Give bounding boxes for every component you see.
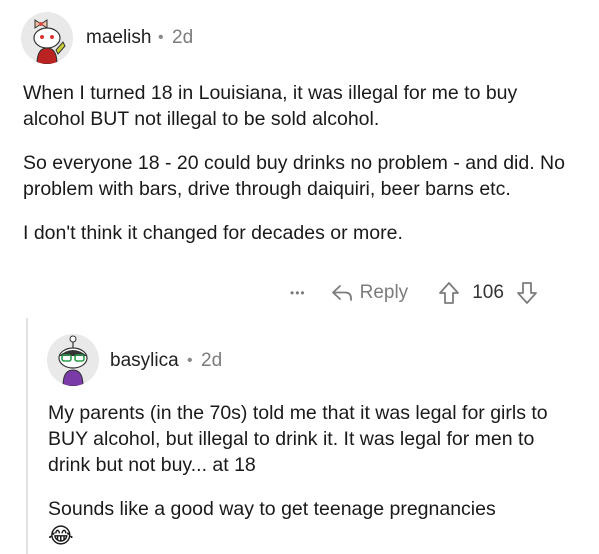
comment-2: basylica • 2d My parents (in the 70s) to… bbox=[0, 318, 599, 554]
comment-1: maelish • 2d When I turned 18 in Louisia… bbox=[0, 0, 599, 310]
reply-arrow-icon[interactable] bbox=[330, 283, 354, 303]
downvote-arrow-icon[interactable] bbox=[516, 281, 538, 305]
comment-body: My parents (in the 70s) told me that it … bbox=[48, 400, 578, 550]
comment-age: 2d bbox=[172, 27, 194, 48]
comment-age: 2d bbox=[201, 350, 223, 371]
comment-body: When I turned 18 in Louisiana, it was il… bbox=[23, 80, 583, 246]
laughing-emoji: 😂 bbox=[48, 524, 74, 549]
username[interactable]: maelish bbox=[86, 27, 151, 49]
user-avatar[interactable] bbox=[21, 12, 73, 64]
user-avatar[interactable] bbox=[47, 334, 99, 386]
meta-separator: • bbox=[187, 352, 193, 369]
username[interactable]: basylica bbox=[110, 350, 179, 372]
more-options-icon[interactable]: ••• bbox=[290, 286, 306, 300]
comment-paragraph: Sounds like a good way to get teenage pr… bbox=[48, 498, 496, 520]
snoo-avatar-icon bbox=[21, 12, 73, 64]
upvote-arrow-icon[interactable] bbox=[438, 281, 460, 305]
vote-score: 106 bbox=[472, 282, 504, 303]
comment-paragraph: My parents (in the 70s) told me that it … bbox=[48, 402, 548, 476]
comment-paragraph: When I turned 18 in Louisiana, it was il… bbox=[23, 82, 518, 130]
reply-button[interactable]: Reply bbox=[360, 282, 409, 304]
comment-paragraph: I don't think it changed for decades or … bbox=[23, 222, 403, 244]
comment-paragraph: So everyone 18 - 20 could buy drinks no … bbox=[23, 152, 565, 200]
meta-separator: • bbox=[158, 29, 164, 46]
snoo-avatar-icon bbox=[47, 334, 99, 386]
comment-actions: ••• Reply 106 bbox=[290, 281, 538, 305]
